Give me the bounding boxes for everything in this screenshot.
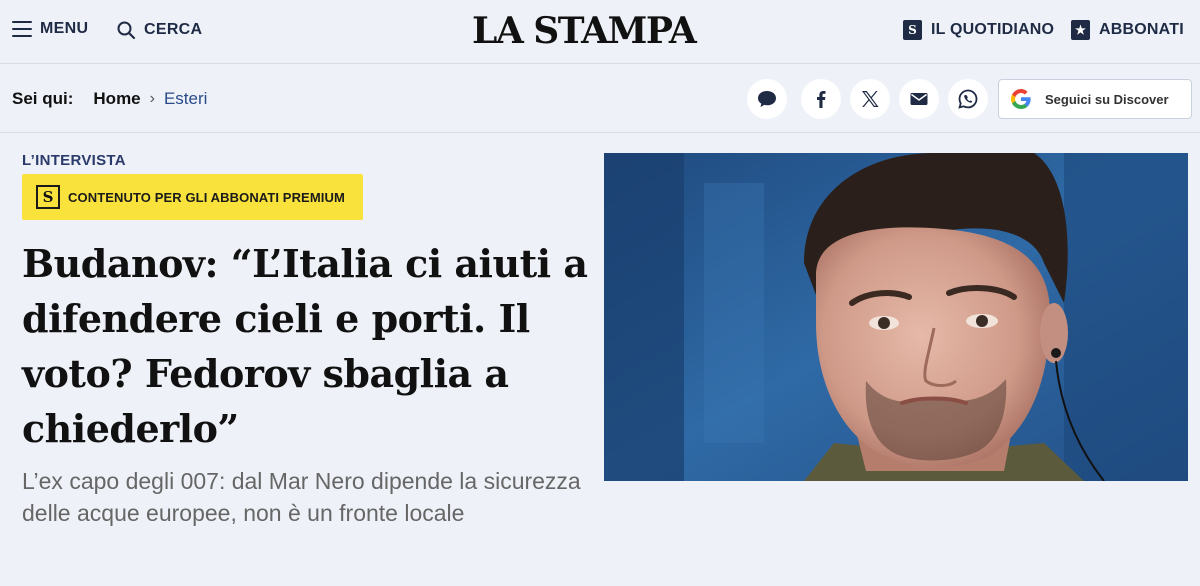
article-summary: L’ex capo degli 007: dal Mar Nero dipend… [22, 468, 581, 526]
breadcrumb-home-link[interactable]: Home [93, 89, 140, 109]
site-logo[interactable]: LA STAMPA [472, 10, 738, 52]
whatsapp-share-button[interactable] [948, 79, 988, 119]
article-headline: Budanov: “L’Italia ci aiuti a difendere … [22, 241, 588, 451]
whatsapp-icon [958, 89, 978, 109]
breadcrumb: Sei qui: Home › Esteri [12, 89, 207, 109]
breadcrumb-prefix: Sei qui: [12, 89, 74, 108]
breadcrumb-esteri-link[interactable]: Esteri [164, 89, 207, 109]
x-icon [862, 91, 879, 107]
subscribe-star-icon: ★ [1071, 20, 1090, 40]
search-icon [117, 21, 136, 40]
top-header: MENU CERCA LA STAMPA S IL QUOTIDIANO ★ A… [0, 0, 1200, 64]
portrait-image [604, 153, 1188, 481]
comment-icon [758, 91, 776, 107]
menu-button[interactable]: MENU [12, 20, 88, 38]
il-quotidiano-button[interactable]: S IL QUOTIDIANO [903, 20, 1054, 40]
abbonati-label: ABBONATI [1099, 21, 1184, 38]
x-share-button[interactable] [850, 79, 890, 119]
comment-button[interactable] [747, 79, 787, 119]
facebook-icon [817, 91, 826, 108]
email-share-button[interactable] [899, 79, 939, 119]
facebook-share-button[interactable] [801, 79, 841, 119]
menu-label: MENU [40, 20, 89, 37]
newspaper-icon: S [903, 20, 922, 40]
google-discover-button[interactable]: Seguici su Discover [998, 79, 1192, 119]
google-icon [1011, 89, 1031, 109]
article-kicker: L’INTERVISTA [22, 152, 126, 169]
abbonati-button[interactable]: ★ ABBONATI [1071, 20, 1184, 40]
premium-badge-label: CONTENUTO PER GLI ABBONATI PREMIUM [68, 189, 345, 205]
hamburger-icon [12, 21, 32, 37]
breadcrumb-bar: Sei qui: Home › Esteri Seguici su Discov… [0, 65, 1200, 133]
breadcrumb-separator: › [149, 90, 155, 107]
discover-label: Seguici su Discover [1045, 91, 1169, 107]
il-quotidiano-label: IL QUOTIDIANO [931, 21, 1055, 38]
premium-badge[interactable]: S CONTENUTO PER GLI ABBONATI PREMIUM [22, 174, 363, 220]
search-button[interactable]: CERCA [116, 20, 202, 40]
premium-s-icon: S [36, 185, 60, 209]
search-label: CERCA [144, 21, 203, 38]
email-icon [910, 93, 928, 105]
article-photo[interactable] [604, 153, 1188, 481]
